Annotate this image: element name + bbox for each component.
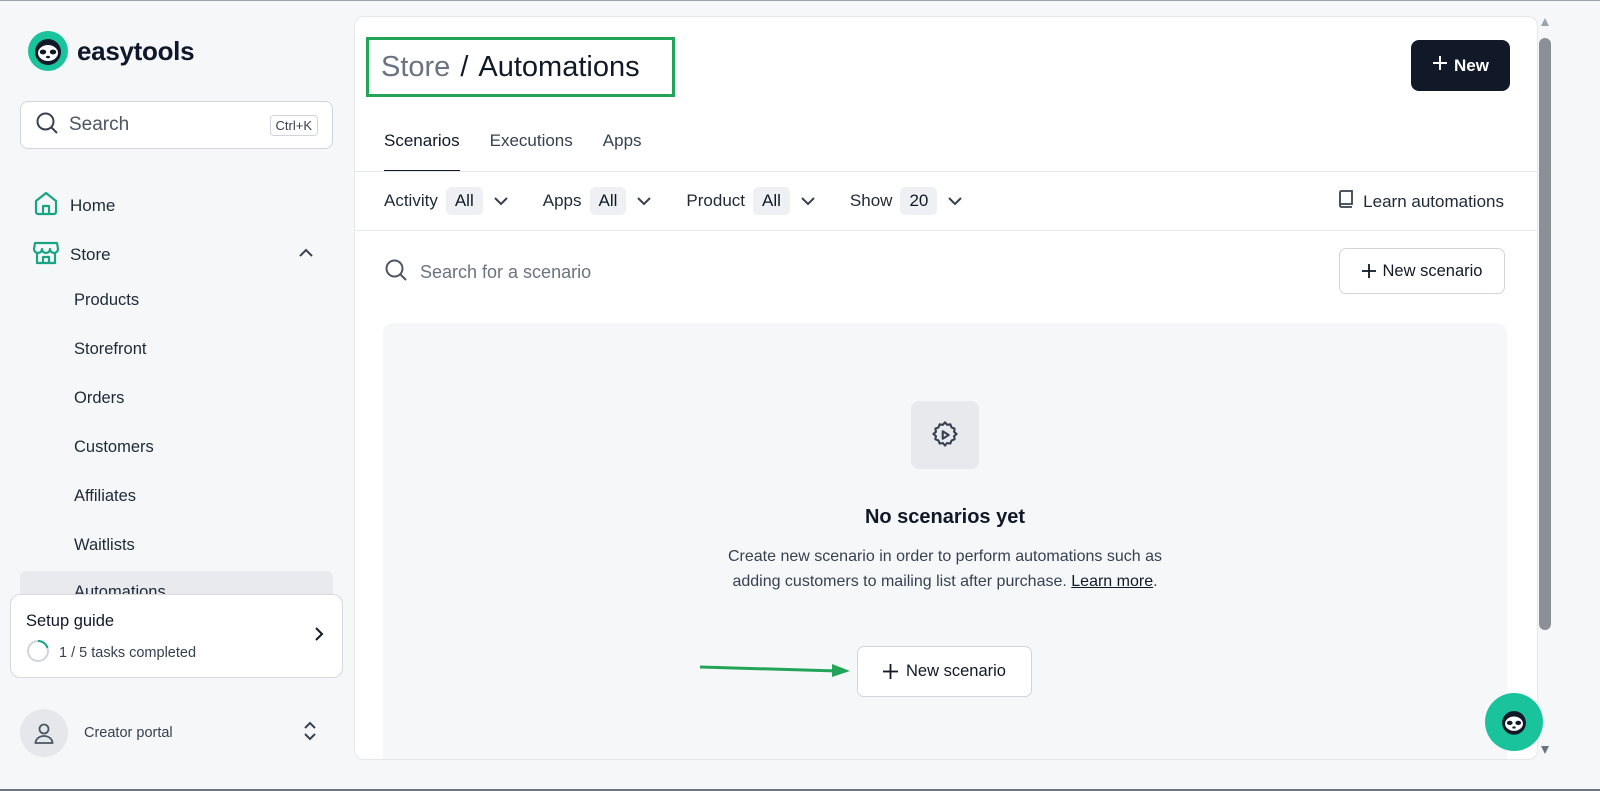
new-scenario-button-center[interactable]: New scenario — [857, 646, 1032, 697]
new-scenario-label: New scenario — [1382, 261, 1483, 280]
progress-ring-icon — [26, 639, 50, 667]
search-icon — [384, 258, 408, 287]
breadcrumb: Store / Automations — [366, 37, 675, 97]
creator-portal-label: Creator portal — [84, 725, 173, 741]
chevron-down-icon — [637, 197, 652, 206]
chevron-right-icon[interactable] — [314, 626, 324, 647]
sidebar-item-customers[interactable]: Customers — [74, 438, 154, 457]
chevron-up-icon[interactable] — [298, 243, 314, 263]
scenario-search-input[interactable]: Search for a scenario — [384, 258, 591, 287]
scroll-up-icon[interactable] — [1541, 18, 1549, 26]
annotation-arrow — [699, 664, 850, 677]
filter-value: All — [753, 187, 790, 215]
page-title: Automations — [478, 50, 640, 83]
chevron-down-icon — [948, 197, 963, 206]
empty-state-title: No scenarios yet — [864, 506, 1026, 528]
sidebar-item-orders[interactable]: Orders — [74, 389, 124, 408]
filter-label: Activity — [384, 191, 438, 210]
setup-progress: 1 / 5 tasks completed — [26, 639, 196, 667]
search-label: Search — [69, 114, 130, 135]
sidebar-search[interactable]: Search Ctrl+K — [20, 101, 333, 149]
filter-label: Show — [849, 191, 893, 210]
new-scenario-button[interactable]: New scenario — [1339, 248, 1505, 294]
chevron-up-down-icon[interactable] — [303, 720, 317, 747]
setup-guide-card[interactable]: Setup guide 1 / 5 tasks completed — [10, 594, 343, 678]
tab-apps[interactable]: Apps — [603, 131, 642, 172]
sloth-chat-icon — [1502, 710, 1526, 735]
chevron-down-icon — [494, 197, 508, 206]
tabs-divider — [355, 171, 1537, 172]
new-button-label: New — [1454, 55, 1489, 75]
book-icon — [1338, 190, 1354, 213]
scrollbar-thumb[interactable] — [1539, 38, 1551, 630]
main-panel: Store / Automations New Scenarios Execut… — [354, 16, 1538, 760]
sidebar-item-label: Home — [70, 195, 116, 215]
empty-state: No scenarios yet Create new scenario in … — [383, 323, 1507, 759]
sidebar-item-waitlists[interactable]: Waitlists — [74, 536, 135, 555]
brand-name: easytools — [77, 35, 195, 66]
learn-automations-label: Learn automations — [1363, 191, 1504, 211]
sidebar-item-products[interactable]: Products — [74, 291, 139, 310]
store-icon — [32, 239, 60, 270]
scrollbar[interactable] — [1538, 16, 1552, 760]
tab-scenarios[interactable]: Scenarios — [384, 131, 460, 172]
filter-label: Apps — [542, 191, 582, 210]
empty-state-description: Create new scenario in order to perform … — [728, 548, 1162, 590]
sidebar-item-store[interactable]: Store — [32, 239, 322, 270]
plus-icon — [1432, 55, 1448, 76]
creator-portal-switcher[interactable]: Creator portal — [20, 707, 333, 759]
setup-guide-title: Setup guide — [26, 612, 115, 630]
sidebar-item-affiliates[interactable]: Affiliates — [74, 487, 136, 506]
filters-divider — [355, 230, 1537, 231]
setup-progress-text: 1 / 5 tasks completed — [59, 645, 197, 661]
brand-logo[interactable]: easytools — [28, 31, 195, 71]
learn-automations-link[interactable]: Learn automations — [1338, 190, 1504, 213]
sidebar-item-home[interactable]: Home — [32, 190, 115, 221]
sidebar-item-storefront[interactable]: Storefront — [74, 340, 146, 359]
filter-value: All — [589, 187, 627, 215]
learn-more-link[interactable]: Learn more — [1071, 573, 1153, 590]
scroll-down-icon[interactable] — [1541, 746, 1549, 754]
home-icon — [32, 190, 60, 221]
chat-launcher-button[interactable] — [1485, 693, 1543, 751]
sidebar: easytools Search Ctrl+K Home Store Produ… — [0, 1, 354, 789]
plus-icon — [883, 664, 899, 679]
filter-bar: Activity All Apps All Product All Show 2… — [384, 187, 997, 215]
filter-product[interactable]: Product All — [686, 187, 816, 215]
plus-icon — [1361, 264, 1376, 278]
sloth-logo-icon — [28, 31, 68, 71]
avatar — [20, 709, 68, 757]
filter-apps[interactable]: Apps All — [543, 187, 653, 215]
filter-show[interactable]: Show 20 — [850, 187, 963, 215]
filter-value: 20 — [900, 187, 938, 215]
tab-executions[interactable]: Executions — [490, 131, 573, 172]
filter-activity[interactable]: Activity All — [384, 187, 509, 215]
search-shortcut: Ctrl+K — [269, 114, 318, 136]
chevron-down-icon — [801, 197, 815, 206]
new-button[interactable]: New — [1411, 40, 1510, 91]
automation-gear-icon — [911, 401, 979, 469]
filter-value: All — [445, 187, 483, 215]
user-icon — [34, 723, 54, 744]
new-scenario-label: New scenario — [906, 662, 1006, 680]
filter-label: Product — [686, 191, 745, 210]
breadcrumb-parent[interactable]: Store — [381, 51, 450, 84]
search-icon — [35, 111, 59, 140]
tab-bar: Scenarios Executions Apps — [384, 131, 642, 172]
breadcrumb-separator: / — [460, 50, 469, 83]
sidebar-item-label: Store — [70, 244, 111, 264]
scenario-search-placeholder: Search for a scenario — [420, 262, 592, 282]
